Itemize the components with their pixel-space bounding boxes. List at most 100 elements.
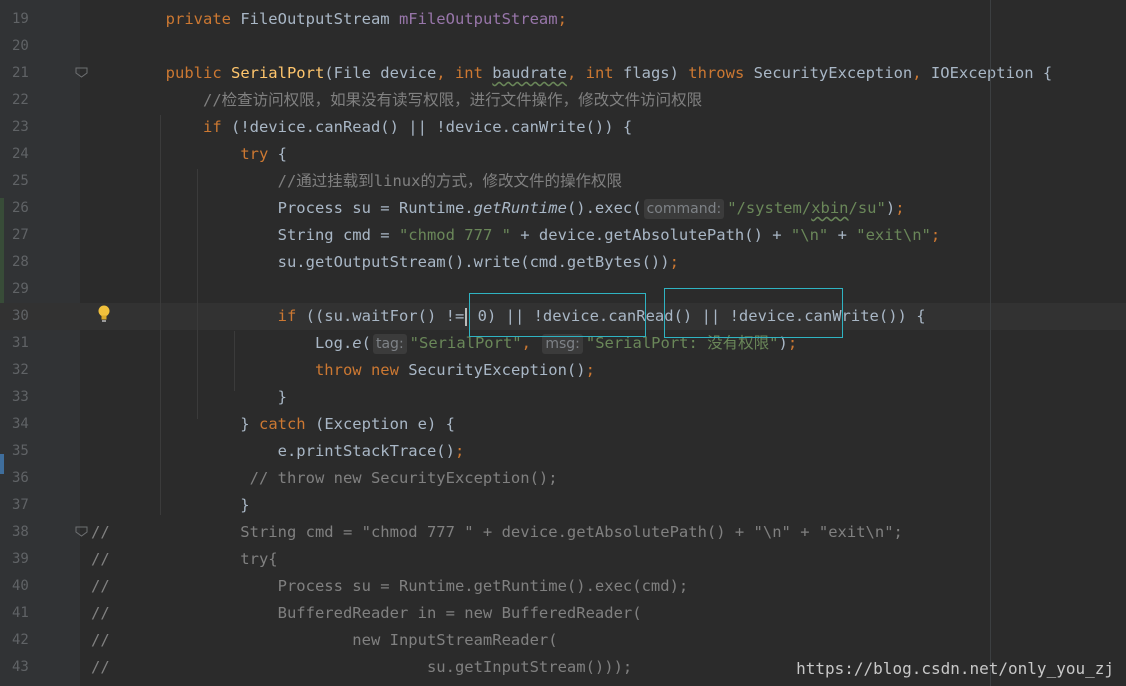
code-token: "exit\n"	[856, 226, 931, 244]
line-number: 24	[12, 146, 29, 162]
code-token: mFileOutputStream	[398, 10, 558, 28]
indent-guide	[234, 331, 235, 391]
code-token: ;	[895, 199, 905, 217]
code-editor[interactable]: 19 private FileOutputStream mFileOutputS…	[0, 0, 1126, 686]
line-number: 30	[12, 308, 29, 324]
code-token: if	[202, 118, 231, 136]
code-token: //通过挂载到linux的方式，修改文件的操作权限	[277, 172, 622, 190]
code-line[interactable]: 33 }	[0, 384, 1126, 411]
code-line[interactable]: 32 throw new SecurityException();	[0, 357, 1126, 384]
code-line[interactable]: 36 // throw new SecurityException();	[0, 465, 1126, 492]
line-number: 40	[12, 578, 29, 594]
code-token: }	[91, 415, 259, 433]
code-token: )	[885, 199, 896, 217]
code-token: }	[91, 388, 287, 406]
code-token: + device.getAbsolutePath() +	[510, 226, 791, 244]
parameter-hint: command:	[643, 199, 725, 219]
line-number: 41	[12, 605, 29, 621]
code-line[interactable]: 37 }	[0, 492, 1126, 519]
line-number: 34	[12, 416, 29, 432]
fold-marker-icon[interactable]	[75, 67, 88, 78]
code-token: getRuntime	[473, 199, 567, 217]
code-token: ;	[669, 253, 679, 271]
code-line[interactable]: 26 Process su = Runtime.getRuntime().exe…	[0, 195, 1126, 222]
code-line[interactable]: 24 try {	[0, 141, 1126, 168]
code-token: //检查访问权限，如果没有读写权限，进行文件操作，修改文件访问权限	[202, 91, 703, 109]
code-line[interactable]: 23 if (!device.canRead() || !device.canW…	[0, 114, 1126, 141]
code-line[interactable]: 19 private FileOutputStream mFileOutputS…	[0, 6, 1126, 33]
code-token: // su.getInputStream()));	[91, 658, 633, 676]
code-line[interactable]: 34 } catch (Exception e) {	[0, 411, 1126, 438]
code-token: // throw new SecurityException();	[249, 469, 558, 487]
line-number: 26	[12, 200, 29, 216]
line-number: 43	[12, 659, 29, 675]
code-token: throw new	[314, 361, 409, 379]
code-token: xbin	[811, 199, 849, 217]
code-token: ,	[436, 64, 455, 82]
code-token: (!device.canRead() || !device.canWrite()…	[230, 118, 633, 136]
code-token: +	[828, 226, 857, 244]
code-token: private	[165, 10, 241, 28]
line-number: 22	[12, 92, 29, 108]
code-text: }	[91, 492, 250, 519]
line-number: 31	[12, 335, 29, 351]
code-line[interactable]: 22 //检查访问权限，如果没有读写权限，进行文件操作，修改文件访问权限	[0, 87, 1126, 114]
code-token: ().exec(	[566, 199, 642, 217]
code-text: //通过挂载到linux的方式，修改文件的操作权限	[91, 168, 622, 195]
watermark: https://blog.csdn.net/only_you_zj	[796, 659, 1114, 678]
code-line[interactable]: 41 // BufferedReader in = new BufferedRea…	[0, 600, 1126, 627]
code-token: e.printStackTrace()	[91, 442, 455, 460]
code-token: String cmd =	[91, 226, 399, 244]
code-token: }	[91, 496, 250, 514]
highlight-box-canread	[469, 293, 646, 337]
code-token: flags)	[622, 64, 689, 82]
code-line[interactable]: 21 public SerialPort(File device, int ba…	[0, 60, 1126, 87]
code-text: // new InputStreamReader(	[91, 627, 558, 654]
code-text: try {	[91, 141, 287, 168]
code-token: "chmod 777 "	[398, 226, 511, 244]
code-text: e.printStackTrace();	[91, 438, 465, 465]
code-line[interactable]: 25 //通过挂载到linux的方式，修改文件的操作权限	[0, 168, 1126, 195]
code-token: e	[352, 334, 362, 352]
code-line[interactable]: 27 String cmd = "chmod 777 " + device.ge…	[0, 222, 1126, 249]
code-token: ,	[912, 64, 931, 82]
code-token: FileOutputStream	[240, 10, 399, 28]
line-number: 42	[12, 632, 29, 648]
code-line[interactable]: 20	[0, 33, 1126, 60]
code-token: // Process su = Runtime.getRuntime().exe…	[91, 577, 689, 595]
code-token: /su"	[848, 199, 886, 217]
code-line[interactable]: 40 // Process su = Runtime.getRuntime().e…	[0, 573, 1126, 600]
code-text: su.getOutputStream().write(cmd.getBytes(…	[91, 249, 679, 276]
lightbulb-icon[interactable]	[97, 305, 111, 323]
code-token: "/system/	[727, 199, 812, 217]
code-line[interactable]: 35 e.printStackTrace();	[0, 438, 1126, 465]
line-number: 20	[12, 38, 29, 54]
fold-marker-icon[interactable]	[75, 526, 88, 537]
code-text: // BufferedReader in = new BufferedReade…	[91, 600, 642, 627]
line-number: 33	[12, 389, 29, 405]
code-token: // new InputStreamReader(	[91, 631, 558, 649]
code-line[interactable]: 38 // String cmd = "chmod 777 " + device.…	[0, 519, 1126, 546]
highlight-box-canwrite	[664, 288, 843, 338]
code-text: //检查访问权限，如果没有读写权限，进行文件操作，修改文件访问权限	[91, 87, 702, 114]
code-token: (	[361, 334, 371, 352]
right-margin-guide	[990, 0, 991, 686]
code-line[interactable]: 28 su.getOutputStream().write(cmd.getByt…	[0, 249, 1126, 276]
line-number: 27	[12, 227, 29, 243]
code-text: if (!device.canRead() || !device.canWrit…	[91, 114, 632, 141]
line-number: 19	[12, 11, 29, 27]
code-token: catch	[258, 415, 315, 433]
code-text: Process su = Runtime.getRuntime().exec(c…	[91, 195, 905, 222]
line-number: 21	[12, 65, 29, 81]
code-line[interactable]: 39 // try{	[0, 546, 1126, 573]
line-number: 32	[12, 362, 29, 378]
code-token: int	[454, 64, 493, 82]
code-token: SecurityException	[753, 64, 913, 82]
code-line[interactable]: 42 // new InputStreamReader(	[0, 627, 1126, 654]
code-token: if	[277, 307, 306, 325]
